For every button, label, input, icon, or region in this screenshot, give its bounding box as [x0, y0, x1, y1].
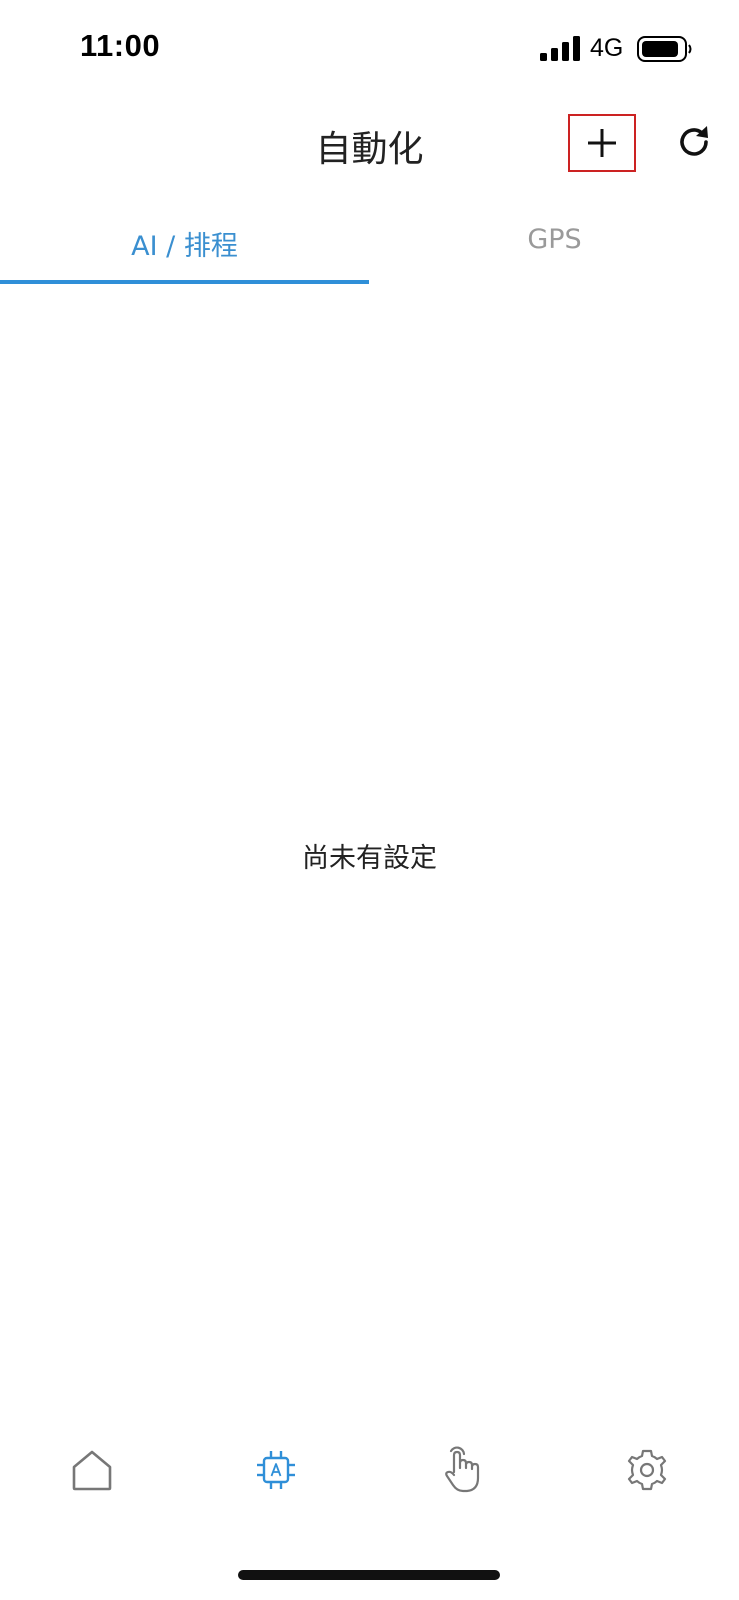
tab-gps-label: GPS — [527, 224, 582, 255]
tab-ai-schedule[interactable]: AI / 排程 — [0, 210, 369, 288]
gear-icon — [627, 1449, 667, 1491]
nav-automation[interactable] — [246, 1440, 306, 1500]
battery-icon — [637, 36, 692, 62]
tab-bar: AI / 排程 GPS — [0, 210, 739, 288]
add-button[interactable] — [568, 114, 636, 172]
status-time: 11:00 — [80, 28, 161, 63]
tab-gps[interactable]: GPS — [370, 210, 739, 288]
plus-icon — [588, 129, 616, 157]
status-bar: 11:00 4G — [0, 0, 739, 100]
signal-icon — [540, 36, 580, 61]
nav-settings[interactable] — [617, 1440, 677, 1500]
nav-home[interactable] — [62, 1440, 122, 1500]
tab-ai-schedule-label: AI / 排程 — [131, 231, 238, 262]
bottom-nav — [0, 1440, 739, 1520]
home-indicator — [238, 1570, 500, 1580]
active-tab-indicator — [0, 280, 369, 284]
home-icon — [72, 1450, 112, 1491]
refresh-icon — [680, 126, 708, 156]
automation-screen: 11:00 4G 自動化 AI / 排程 GPS 尚未有設定 — [0, 0, 739, 1600]
ai-chip-icon — [257, 1451, 295, 1489]
touch-hand-icon — [445, 1446, 480, 1493]
refresh-button[interactable] — [672, 120, 716, 164]
network-label: 4G — [590, 34, 624, 62]
empty-state-message: 尚未有設定 — [302, 843, 437, 874]
nav-control[interactable] — [432, 1440, 492, 1500]
app-header: 自動化 — [0, 100, 739, 190]
